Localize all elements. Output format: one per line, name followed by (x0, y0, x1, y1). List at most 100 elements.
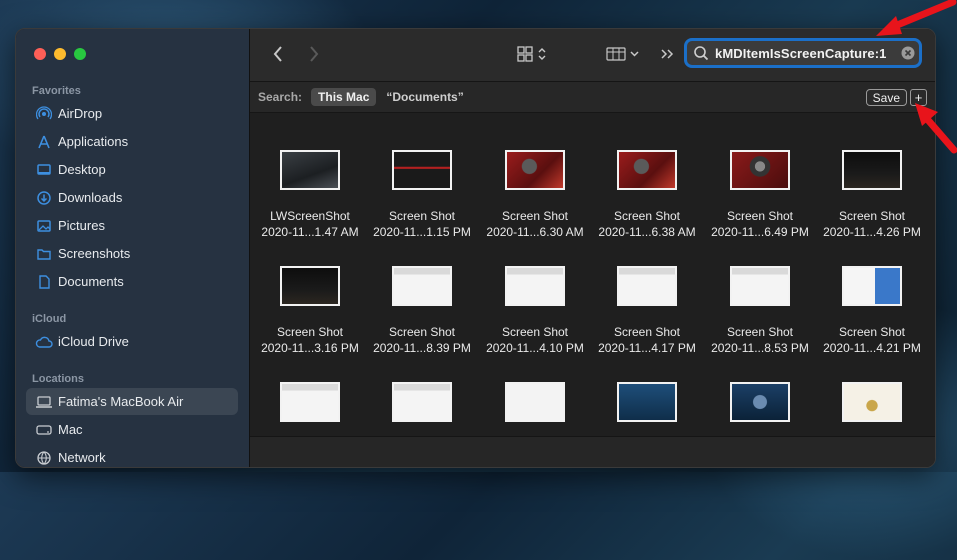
group-by-button[interactable] (604, 44, 644, 64)
sidebar-item-label: Documents (58, 274, 124, 289)
file-thumbnail (505, 266, 565, 306)
disk-icon (30, 423, 58, 437)
file-item[interactable]: Screen Shot 2020-11...6.49 PM (704, 113, 816, 239)
minimize-window-button[interactable] (54, 48, 66, 60)
chevron-right-icon (310, 46, 319, 62)
file-item[interactable] (591, 345, 703, 437)
file-name: Screen Shot (501, 325, 569, 339)
file-item[interactable]: Screen Shot 2020-11...4.21 PM (816, 229, 928, 355)
sidebar-item-pictures[interactable]: Pictures (26, 212, 238, 239)
scope-this-mac-button[interactable]: This Mac (311, 88, 377, 106)
toolbar: kMDItemIsScreenCapture:1 (250, 29, 935, 82)
file-item[interactable] (704, 345, 816, 437)
sidebar-item-network[interactable]: Network (26, 444, 238, 467)
scope-documents-button[interactable]: “Documents” (386, 90, 463, 104)
file-thumbnail (730, 266, 790, 306)
file-item[interactable]: Screen Shot 2020-11...8.39 PM (366, 229, 478, 355)
favorites-section-title: Favorites (32, 85, 81, 97)
file-item[interactable]: Screen Shot 2020-11...8.53 PM (704, 229, 816, 355)
close-window-button[interactable] (34, 48, 46, 60)
file-item[interactable]: Screen Shot 2020-11...4.17 PM (591, 229, 703, 355)
file-thumbnail (505, 382, 565, 422)
file-item[interactable] (816, 345, 928, 437)
file-thumbnail (392, 150, 452, 190)
search-field[interactable]: kMDItemIsScreenCapture:1 (684, 38, 922, 68)
file-thumbnail (280, 382, 340, 422)
file-thumbnail (842, 382, 902, 422)
file-grid: LWScreenShot 2020-11...1.47 AM Screen Shot… (250, 113, 935, 437)
file-item[interactable] (254, 345, 366, 437)
sidebar-item-label: Fatima's MacBook Air (58, 394, 184, 409)
sidebar-item-macbook-air[interactable]: Fatima's MacBook Air (26, 388, 238, 415)
search-query[interactable]: kMDItemIsScreenCapture:1 (715, 46, 897, 61)
file-thumbnail (730, 150, 790, 190)
file-item[interactable] (479, 345, 591, 437)
laptop-icon (30, 395, 58, 409)
file-thumbnail (280, 150, 340, 190)
sidebar-item-label: Screenshots (58, 246, 131, 261)
file-item[interactable]: LWScreenShot 2020-11...1.47 AM (254, 113, 366, 239)
search-scope-bar: Search: This Mac “Documents” Save + (250, 82, 935, 113)
window-controls (34, 48, 86, 60)
file-name: LWScreenShot (270, 209, 350, 223)
file-thumbnail (617, 150, 677, 190)
icloud-section-title: iCloud (32, 313, 67, 325)
pictures-icon (30, 218, 58, 234)
sidebar-item-documents[interactable]: Documents (26, 268, 238, 295)
view-mode-button[interactable] (514, 44, 554, 64)
search-icon (687, 45, 715, 61)
file-item[interactable]: Screen Shot 2020-11...6.38 AM (591, 113, 703, 239)
file-name: Screen Shot (613, 209, 681, 223)
document-icon (30, 274, 58, 290)
file-item[interactable] (366, 345, 478, 437)
back-button[interactable] (268, 44, 288, 64)
sidebar-item-screenshots[interactable]: Screenshots (26, 240, 238, 267)
folder-icon (30, 246, 58, 262)
status-bar (250, 436, 935, 467)
downloads-icon (30, 190, 58, 206)
sidebar-item-downloads[interactable]: Downloads (26, 184, 238, 211)
annotation-arrow-search (876, 0, 957, 36)
finder-window: Favorites AirDrop Applications Desktop D… (15, 28, 936, 468)
forward-button[interactable] (304, 44, 324, 64)
sidebar-item-label: iCloud Drive (58, 334, 129, 349)
locations-section-title: Locations (32, 373, 84, 385)
file-item[interactable]: Screen Shot 2020-11...3.16 PM (254, 229, 366, 355)
save-search-button[interactable]: Save (865, 89, 907, 106)
sidebar: Favorites AirDrop Applications Desktop D… (16, 29, 250, 467)
sidebar-item-label: Downloads (58, 190, 123, 205)
main-area: kMDItemIsScreenCapture:1 Search: This Ma… (250, 29, 935, 467)
search-scope-label: Search: (258, 90, 303, 104)
sidebar-item-label: Mac (58, 422, 83, 437)
file-name: Screen Shot (388, 209, 456, 223)
zoom-window-button[interactable] (74, 48, 86, 60)
file-item[interactable]: Screen Shot 2020-11...1.15 PM (366, 113, 478, 239)
file-thumbnail (730, 382, 790, 422)
sidebar-item-label: Applications (58, 134, 129, 149)
sidebar-item-icloud-drive[interactable]: iCloud Drive (26, 328, 238, 355)
double-chevron-right-icon (661, 49, 674, 59)
file-thumbnail (842, 266, 902, 306)
file-thumbnail (505, 150, 565, 190)
file-item[interactable]: Screen Shot 2020-11...4.10 PM (479, 229, 591, 355)
file-thumbnail (392, 382, 452, 422)
clear-search-icon[interactable] (897, 46, 919, 60)
annotation-arrow-plus (915, 103, 957, 154)
file-name: Screen Shot (726, 209, 794, 223)
sidebar-item-desktop[interactable]: Desktop (26, 156, 238, 183)
more-toolbar-button[interactable] (658, 44, 676, 64)
applications-icon (30, 134, 58, 150)
file-thumbnail (280, 266, 340, 306)
group-icon (606, 47, 639, 61)
file-name: Screen Shot (388, 325, 456, 339)
sidebar-item-label: Pictures (58, 218, 105, 233)
file-name: Screen Shot (613, 325, 681, 339)
network-icon (30, 450, 58, 466)
sidebar-item-airdrop[interactable]: AirDrop (26, 100, 238, 127)
desktop-icon (30, 162, 58, 178)
sidebar-item-mac[interactable]: Mac (26, 416, 238, 443)
chevron-left-icon (273, 46, 282, 62)
file-thumbnail (617, 266, 677, 306)
file-item[interactable]: Screen Shot 2020-11...6.30 AM (479, 113, 591, 239)
sidebar-item-applications[interactable]: Applications (26, 128, 238, 155)
